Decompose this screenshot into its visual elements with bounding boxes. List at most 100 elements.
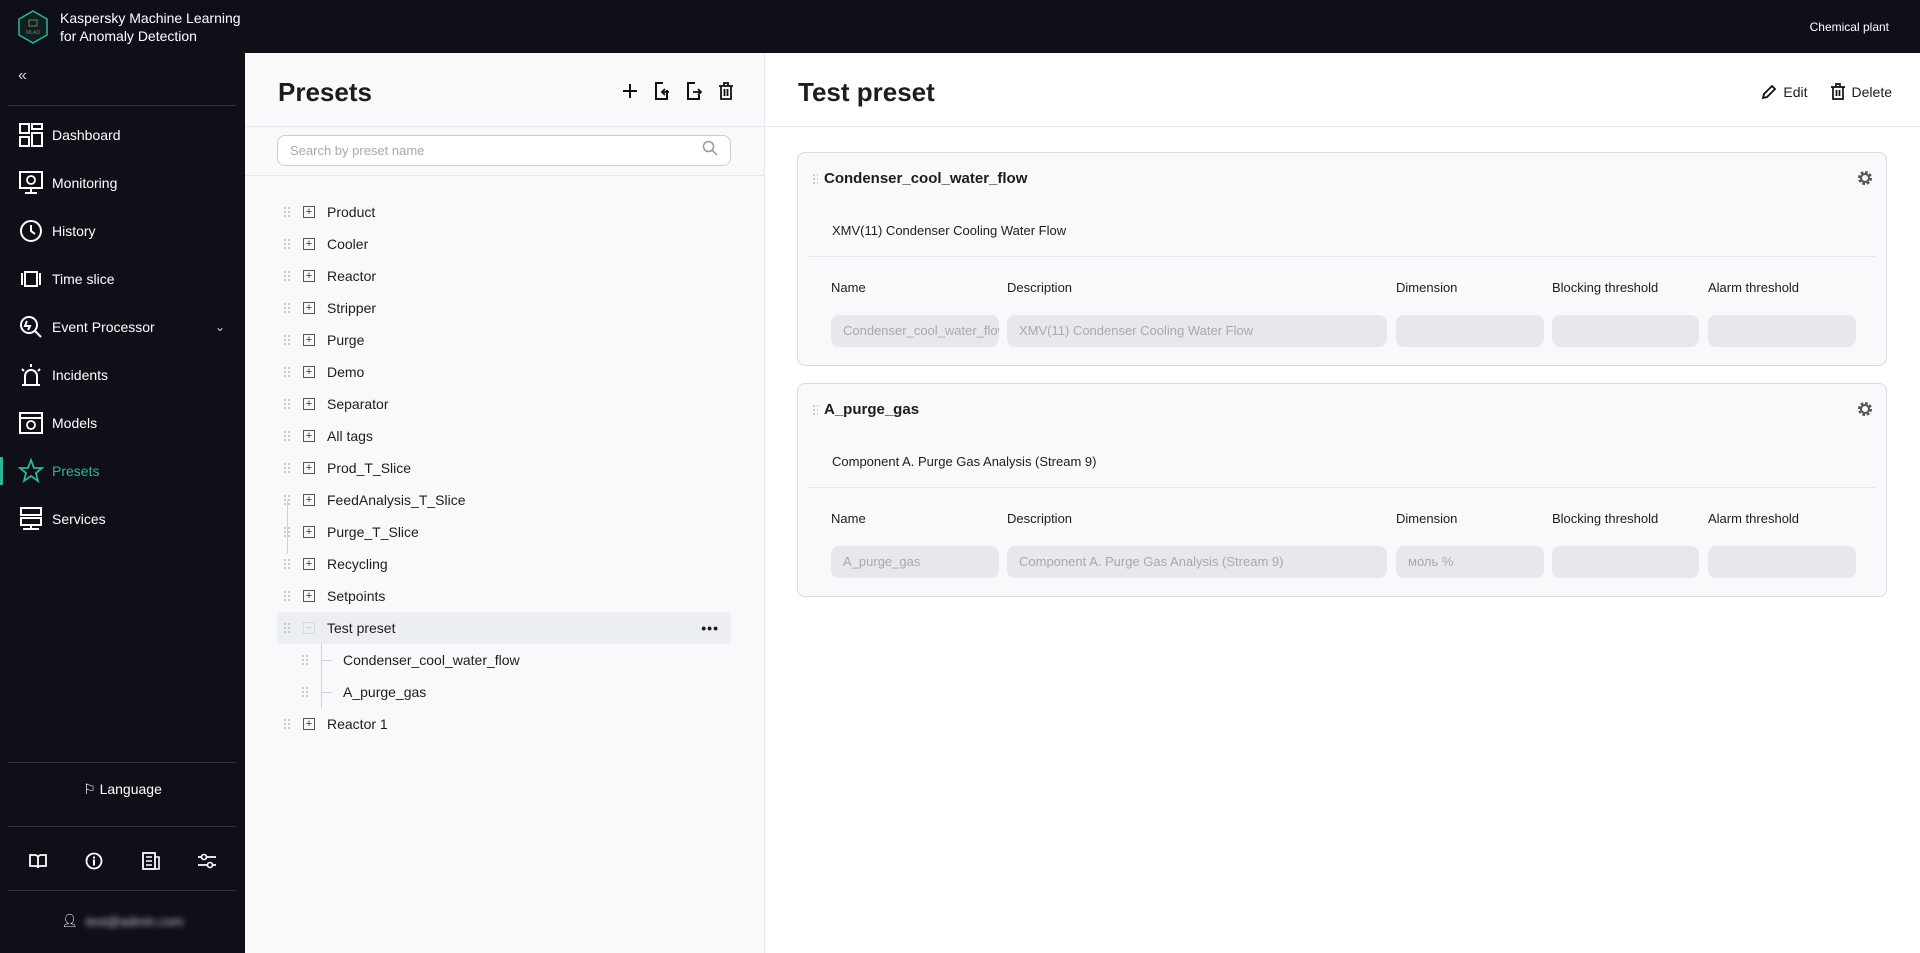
presets-panel: Presets + Product + Cooler + Reactor + Stripper… <box>245 53 765 953</box>
book-icon[interactable] <box>26 849 50 873</box>
site-name[interactable]: Chemical plant <box>1810 20 1889 34</box>
field-label: Blocking threshold <box>1552 280 1659 295</box>
expand-icon[interactable]: + <box>303 270 315 282</box>
field-description: Component A. Purge Gas Analysis (Stream … <box>1007 546 1387 578</box>
sidebar-item-event-processor[interactable]: Event Processor ⌄ <box>0 307 245 347</box>
drag-handle-icon[interactable] <box>301 686 309 698</box>
tree-item[interactable]: + Demo <box>277 356 731 388</box>
tree-item[interactable]: − Test preset ••• <box>277 612 731 644</box>
tree-item-label: Setpoints <box>327 588 386 604</box>
tree-item[interactable]: + Purge_T_Slice <box>277 516 731 548</box>
user-account[interactable]: 👤︎ test@admin.com <box>0 913 245 929</box>
gear-icon[interactable] <box>1856 169 1874 187</box>
trash-icon[interactable] <box>716 80 736 102</box>
tree-item[interactable]: + Cooler <box>277 228 731 260</box>
tree-item[interactable]: + Setpoints <box>277 580 731 612</box>
tree-item-label: Test preset <box>327 620 396 636</box>
drag-handle-icon[interactable] <box>283 462 291 474</box>
sidebar-item-label: Models <box>52 415 98 431</box>
language-button[interactable]: ⚐ Language <box>0 781 245 798</box>
expand-icon[interactable]: + <box>303 302 315 314</box>
search-icon[interactable] <box>702 140 718 161</box>
export-icon[interactable] <box>684 80 704 102</box>
tree-item-label: Demo <box>327 364 365 380</box>
drag-handle-icon[interactable] <box>283 238 291 250</box>
drag-handle-icon[interactable] <box>283 366 291 378</box>
tree-item[interactable]: + Reactor 1 <box>277 708 731 740</box>
divider <box>808 256 1876 257</box>
tree-item[interactable]: + All tags <box>277 420 731 452</box>
tree-item[interactable]: + Separator <box>277 388 731 420</box>
tree-item[interactable]: + Reactor <box>277 260 731 292</box>
drag-handle-icon[interactable] <box>283 270 291 282</box>
tree-item[interactable]: + Prod_T_Slice <box>277 452 731 484</box>
drag-handle-icon[interactable] <box>301 654 309 666</box>
tag-card: Condenser_cool_water_flow XMV(11) Condens… <box>797 152 1887 366</box>
drag-handle-icon[interactable] <box>812 172 818 185</box>
tree-item[interactable]: + FeedAnalysis_T_Slice <box>277 484 731 516</box>
tree-item[interactable]: + Stripper <box>277 292 731 324</box>
document-icon[interactable] <box>139 849 163 873</box>
drag-handle-icon[interactable] <box>283 590 291 602</box>
info-icon[interactable] <box>82 849 106 873</box>
drag-handle-icon[interactable] <box>283 398 291 410</box>
drag-handle-icon[interactable] <box>283 430 291 442</box>
sidebar: « Dashboard Monitoring History Time slice Ev… <box>0 53 245 953</box>
drag-handle-icon[interactable] <box>283 206 291 218</box>
drag-handle-icon[interactable] <box>283 334 291 346</box>
settings-sliders-icon[interactable] <box>195 849 219 873</box>
tree-item[interactable]: + Product <box>277 196 731 228</box>
sidebar-item-monitoring[interactable]: Monitoring <box>0 163 245 203</box>
field-label: Name <box>831 511 866 526</box>
tree-connector <box>321 676 335 708</box>
sidebar-item-presets[interactable]: Presets <box>0 451 245 491</box>
field-label: Description <box>1007 511 1073 526</box>
tree-item[interactable]: A_purge_gas <box>277 676 731 708</box>
search-box[interactable] <box>277 135 731 166</box>
clock-icon <box>20 220 42 242</box>
drag-handle-icon[interactable] <box>283 718 291 730</box>
expand-icon[interactable]: + <box>303 718 315 730</box>
event-processor-icon <box>20 316 42 338</box>
expand-icon[interactable]: + <box>303 558 315 570</box>
sidebar-item-label: History <box>52 223 96 239</box>
sidebar-item-incidents[interactable]: Incidents <box>0 355 245 395</box>
drag-handle-icon[interactable] <box>283 622 291 634</box>
svg-text:MLAD: MLAD <box>26 30 40 36</box>
tree-item-label: Prod_T_Slice <box>327 460 412 476</box>
chevron-down-icon[interactable]: ⌄ <box>215 320 225 334</box>
sidebar-item-services[interactable]: Services <box>0 499 245 539</box>
expand-icon[interactable]: + <box>303 238 315 250</box>
expand-icon[interactable]: + <box>303 494 315 506</box>
field-label: Name <box>831 280 866 295</box>
collapse-icon[interactable]: − <box>303 622 315 634</box>
drag-handle-icon[interactable] <box>812 403 818 416</box>
expand-icon[interactable]: + <box>303 334 315 346</box>
expand-icon[interactable]: + <box>303 366 315 378</box>
expand-icon[interactable]: + <box>303 398 315 410</box>
tree-item[interactable]: Condenser_cool_water_flow <box>277 644 731 676</box>
field-alarm-threshold <box>1708 546 1856 578</box>
add-preset-button[interactable] <box>620 80 640 102</box>
expand-icon[interactable]: + <box>303 462 315 474</box>
sidebar-item-time-slice[interactable]: Time slice <box>0 259 245 299</box>
sidebar-item-models[interactable]: Models <box>0 403 245 443</box>
sidebar-item-history[interactable]: History <box>0 211 245 251</box>
drag-handle-icon[interactable] <box>283 302 291 314</box>
drag-handle-icon[interactable] <box>283 558 291 570</box>
search-input[interactable] <box>290 143 702 158</box>
edit-button[interactable]: Edit <box>1761 83 1808 100</box>
sidebar-item-dashboard[interactable]: Dashboard <box>0 115 245 155</box>
delete-button[interactable]: Delete <box>1830 83 1892 100</box>
tree-item[interactable]: + Recycling <box>277 548 731 580</box>
gear-icon[interactable] <box>1856 400 1874 418</box>
tree-item[interactable]: + Purge <box>277 324 731 356</box>
expand-icon[interactable]: + <box>303 430 315 442</box>
import-icon[interactable] <box>652 80 672 102</box>
expand-icon[interactable]: + <box>303 590 315 602</box>
expand-icon[interactable]: + <box>303 206 315 218</box>
more-options-icon[interactable]: ••• <box>701 620 719 636</box>
collapse-sidebar-button[interactable]: « <box>18 67 27 85</box>
field-dimension: моль % <box>1396 546 1544 578</box>
expand-icon[interactable]: + <box>303 526 315 538</box>
